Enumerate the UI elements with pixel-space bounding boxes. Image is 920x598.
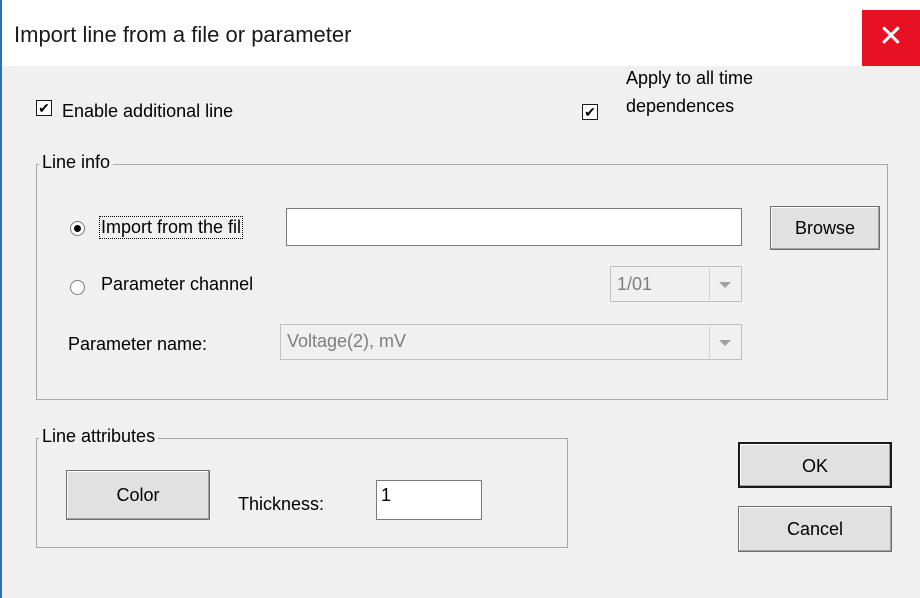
enable-line-label[interactable]: Enable additional line: [62, 101, 233, 122]
title-bar[interactable]: Import line from a file or parameter ✕: [0, 0, 920, 66]
browse-button[interactable]: Browse: [770, 206, 880, 250]
check-icon: ✔: [38, 100, 50, 116]
window-border: [0, 0, 2, 598]
window-title: Import line from a file or parameter: [14, 22, 352, 47]
color-button[interactable]: Color: [66, 470, 210, 520]
parameter-name-dropdown-button[interactable]: [709, 326, 740, 358]
thickness-input[interactable]: 1: [376, 480, 482, 520]
thickness-value: 1: [381, 485, 392, 505]
parameter-channel-label[interactable]: Parameter channel: [101, 274, 253, 295]
cancel-button-label: Cancel: [786, 519, 844, 539]
channel-select-value: 1/01: [617, 274, 653, 294]
enable-line-checkbox[interactable]: ✔: [36, 100, 52, 116]
parameter-name-select[interactable]: Voltage(2), mV: [280, 324, 742, 360]
parameter-channel-radio[interactable]: [70, 280, 85, 295]
line-info-title: Line info: [39, 152, 114, 173]
check-icon: ✔: [584, 104, 596, 120]
close-button[interactable]: ✕: [862, 10, 920, 66]
chevron-down-icon: [719, 340, 731, 346]
channel-dropdown-button[interactable]: [709, 268, 740, 300]
radio-dot-icon: [74, 225, 81, 232]
apply-all-label-line1[interactable]: Apply to all time: [626, 68, 753, 89]
color-button-label: Color: [116, 485, 160, 505]
line-attributes-title: Line attributes: [39, 426, 159, 447]
close-icon: ✕: [878, 20, 904, 53]
parameter-name-label: Parameter name:: [68, 334, 208, 354]
chevron-down-icon: [719, 282, 731, 288]
channel-select[interactable]: 1/01: [610, 266, 742, 302]
apply-all-label-line2[interactable]: dependences: [626, 96, 734, 117]
apply-all-checkbox[interactable]: ✔: [582, 104, 598, 120]
browse-button-label: Browse: [794, 218, 856, 238]
import-file-label[interactable]: Import from the fil: [98, 216, 244, 239]
ok-button-label: OK: [801, 456, 828, 476]
file-path-input[interactable]: [286, 208, 742, 246]
parameter-name-value: Voltage(2), mV: [287, 331, 407, 351]
ok-button[interactable]: OK: [738, 442, 892, 488]
import-line-dialog: Import line from a file or parameter ✕ ✔…: [0, 0, 920, 598]
import-file-radio[interactable]: [70, 221, 85, 236]
thickness-label: Thickness:: [238, 494, 325, 514]
cancel-button[interactable]: Cancel: [738, 506, 892, 552]
